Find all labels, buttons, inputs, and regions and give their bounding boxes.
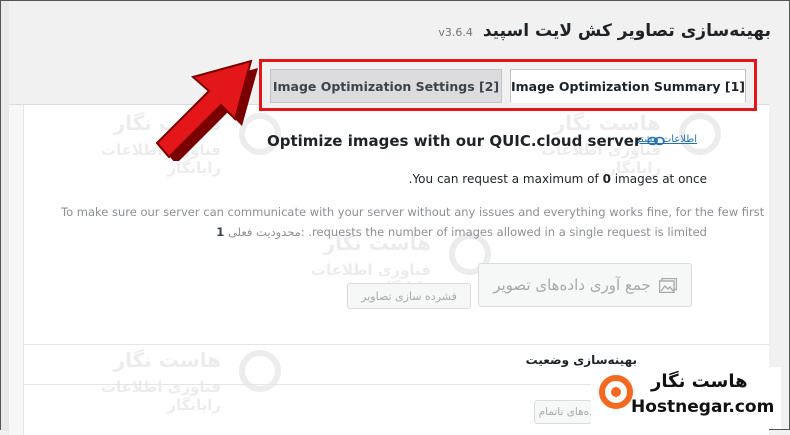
watermark-brand: هاست نگار [113,348,221,372]
status-heading: بهینه‌سازی وضعیت [525,353,637,367]
tabs-highlight-box: Image Optimization Settings [2] Image Op… [259,59,757,111]
optimize-heading: Optimize images with our QUIC.cloud serv… [267,132,666,150]
max-request-info: .You can request a maximum of 0 images a… [409,172,707,186]
hostnegar-logo: هاست نگار Hostnegar.com [591,367,781,429]
page-header: بهینه‌سازی تصاویر کش لایت اسپید v3.6.4 [438,21,771,41]
logo-dot-icon [611,387,621,397]
optimize-images-button[interactable]: فشرده سازی تصاویر [347,283,471,309]
pointer-arrow-icon [155,59,258,161]
optimize-heading-text: Optimize images with our QUIC.cloud serv… [267,132,642,150]
page-title: بهینه‌سازی تصاویر کش لایت اسپید [482,21,771,41]
max-request-value: 0 [602,172,611,186]
section-divider [23,344,769,345]
limit-note-text: .requests the number of images allowed i… [308,225,707,239]
admin-sidebar-edge [1,1,9,431]
tab-image-optimization-summary[interactable]: Image Optimization Summary [1] [510,69,746,103]
current-limit-value: 1 [216,225,225,239]
gather-image-data-button[interactable]: جمع آوری داده‌های تصویر [478,263,692,307]
limit-note-line1: To make sure our server can communicate … [61,205,765,219]
current-limit-label: محدودیت فعلی: [227,225,305,239]
image-icon [658,277,677,293]
tab-image-optimization-settings[interactable]: Image Optimization Settings [2] [270,69,502,103]
max-request-suffix: images at once [610,172,707,186]
max-request-prefix: .You can request a maximum of [408,172,603,186]
limit-note-line2: 1 محدودیت فعلی: .requests the number of … [216,225,707,239]
logo-brand-en: Hostnegar.com [631,397,775,417]
link-icon[interactable] [647,136,666,146]
watermark: هاست نگار فناوری اطلاعات رایانگار [51,346,281,414]
gather-button-label: جمع آوری داده‌های تصویر [493,276,651,294]
logo-brand-fa: هاست نگار [651,371,748,392]
panel-gutter [9,105,24,435]
watermark-logo-icon [239,350,281,392]
version-label: v3.6.4 [438,26,473,39]
